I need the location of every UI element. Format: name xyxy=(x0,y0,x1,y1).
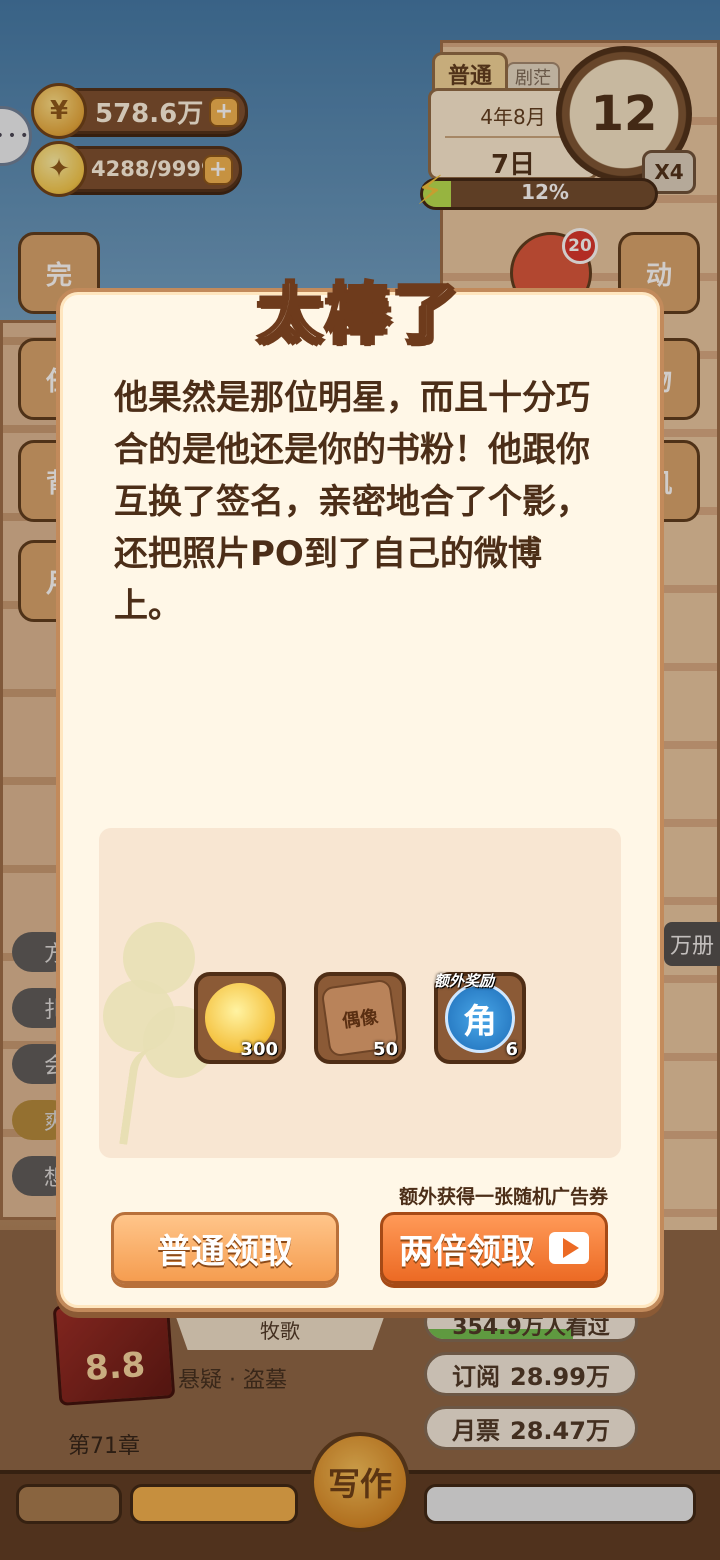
reward-item-idol[interactable]: 偶像 50 xyxy=(314,972,406,1064)
claim-double-label: 两倍领取 xyxy=(399,1231,535,1272)
reward-item-role-token[interactable]: 角 额外奖励 6 xyxy=(434,972,526,1064)
modal-message: 他果然是那位明星，而且十分巧合的是他还是你的书粉！他跟你互换了签名，亲密地合了个… xyxy=(114,378,590,626)
reward-count-role-token: 6 xyxy=(505,1039,518,1060)
claim-double-button[interactable]: 两倍领取 xyxy=(380,1212,608,1284)
role-token-label: 角 xyxy=(463,1001,497,1042)
reward-count-idol: 50 xyxy=(372,1039,398,1060)
modal-title: 太棒了 xyxy=(257,276,462,353)
idol-book-label: 偶像 xyxy=(340,1006,380,1033)
reward-item-inspiration[interactable]: 300 xyxy=(194,972,286,1064)
extra-ad-ticket-note: 额外获得一张随机广告券 xyxy=(398,1186,608,1208)
play-video-icon xyxy=(549,1232,589,1264)
reward-count-inspiration: 300 xyxy=(240,1039,278,1060)
claim-normal-label: 普通领取 xyxy=(157,1231,293,1272)
claim-normal-button[interactable]: 普通领取 xyxy=(111,1212,339,1284)
extra-reward-ribbon: 额外奖励 xyxy=(434,972,495,990)
